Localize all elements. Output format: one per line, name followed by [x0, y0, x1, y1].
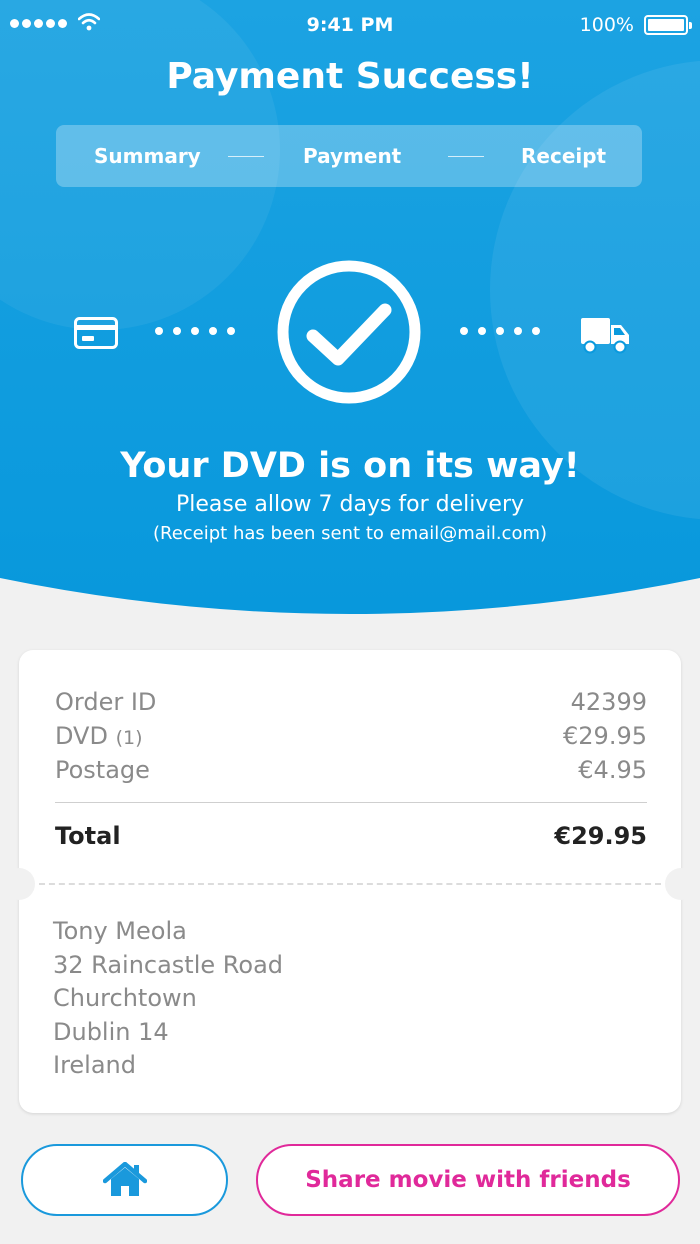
share-button-label: Share movie with friends	[305, 1167, 631, 1193]
step-connector	[228, 156, 264, 157]
address-city: Dublin 14	[53, 1017, 169, 1046]
hero-header: 9:41 PM 100% Payment Success! Summary Pa…	[0, 0, 700, 620]
order-id-value: 42399	[570, 688, 647, 716]
ticket-notch-left	[3, 868, 35, 900]
address-street: 32 Raincastle Road	[53, 950, 284, 979]
item-quantity: (1)	[115, 727, 143, 749]
ticket-notch-right	[665, 868, 697, 900]
step-indicator: Summary Payment Receipt	[56, 125, 642, 187]
postage-value: €4.95	[578, 756, 647, 784]
delivery-truck-icon	[581, 318, 629, 354]
share-movie-button[interactable]: Share movie with friends	[256, 1144, 680, 1216]
receipt-card: Order ID 42399 DVD (1) €29.95 Postage €4…	[3, 650, 697, 1113]
battery-percentage: 100%	[579, 14, 634, 36]
total-value: €29.95	[554, 822, 647, 850]
credit-card-icon	[74, 317, 118, 349]
postage-label: Postage	[55, 756, 150, 784]
divider	[55, 802, 647, 803]
confirmation-headline: Your DVD is on its way!	[120, 446, 580, 486]
address-name: Tony Meola	[53, 917, 187, 945]
ticket-perforation	[39, 883, 661, 885]
check-circle-icon	[277, 260, 421, 404]
order-id-label: Order ID	[55, 688, 157, 716]
item-label-group: DVD (1)	[55, 722, 143, 750]
page-title: Payment Success!	[166, 56, 534, 97]
shipping-address: Tony Meola 32 Raincastle Road Churchtown…	[53, 915, 283, 1083]
progress-dots-left	[155, 327, 235, 335]
delivery-progress	[0, 255, 700, 415]
item-label: DVD	[55, 722, 108, 750]
address-country: Ireland	[53, 1051, 137, 1079]
receipt-email-note: (Receipt has been sent to email@mail.com…	[152, 523, 548, 544]
home-icon	[102, 1162, 147, 1196]
step-payment[interactable]: Payment	[303, 144, 401, 168]
address-area: Churchtown	[53, 984, 197, 1012]
step-receipt[interactable]: Receipt	[521, 144, 606, 168]
battery-icon	[644, 15, 692, 35]
step-connector	[448, 156, 484, 157]
step-summary[interactable]: Summary	[94, 144, 201, 168]
status-bar: 9:41 PM 100%	[0, 0, 700, 52]
progress-dots-right	[460, 327, 540, 335]
delivery-note: Please allow 7 days for delivery	[175, 492, 525, 517]
home-button[interactable]	[21, 1144, 228, 1216]
item-price: €29.95	[563, 722, 647, 750]
total-label: Total	[55, 822, 121, 850]
